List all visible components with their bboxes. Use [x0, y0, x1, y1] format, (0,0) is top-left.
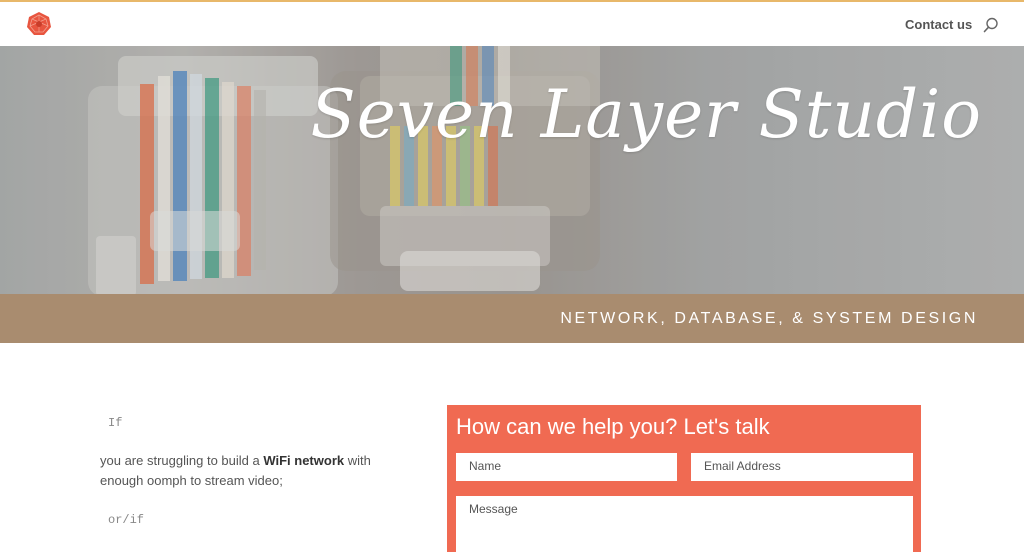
intro-text-pre: you are struggling to build a: [100, 453, 264, 468]
name-placeholder: Name: [469, 459, 502, 473]
orif-label: or/if: [108, 513, 145, 527]
tagline-text: NETWORK, DATABASE, & SYSTEM DESIGN: [560, 310, 978, 327]
nav-contact-link[interactable]: Contact us: [905, 17, 972, 32]
hero-title: Seven Layer Studio: [310, 76, 982, 153]
geometric-logo-icon[interactable]: [26, 11, 52, 37]
name-field[interactable]: Name: [456, 453, 677, 481]
email-placeholder: Email Address: [704, 459, 781, 473]
site-header: Contact us: [0, 2, 1024, 46]
message-field[interactable]: Message: [456, 496, 913, 552]
search-icon[interactable]: [983, 17, 999, 33]
if-label: If: [108, 416, 123, 430]
hero-banner: Seven Layer Studio: [0, 46, 1024, 294]
intro-paragraph: you are struggling to build a WiFi netwo…: [100, 451, 400, 491]
contact-form: How can we help you? Let's talk Name Ema…: [447, 405, 921, 552]
intro-text-bold: WiFi network: [263, 453, 345, 468]
message-placeholder: Message: [469, 502, 518, 516]
tagline-band: NETWORK, DATABASE, & SYSTEM DESIGN: [0, 294, 1024, 343]
form-title: How can we help you? Let's talk: [456, 414, 770, 439]
email-field[interactable]: Email Address: [691, 453, 913, 481]
